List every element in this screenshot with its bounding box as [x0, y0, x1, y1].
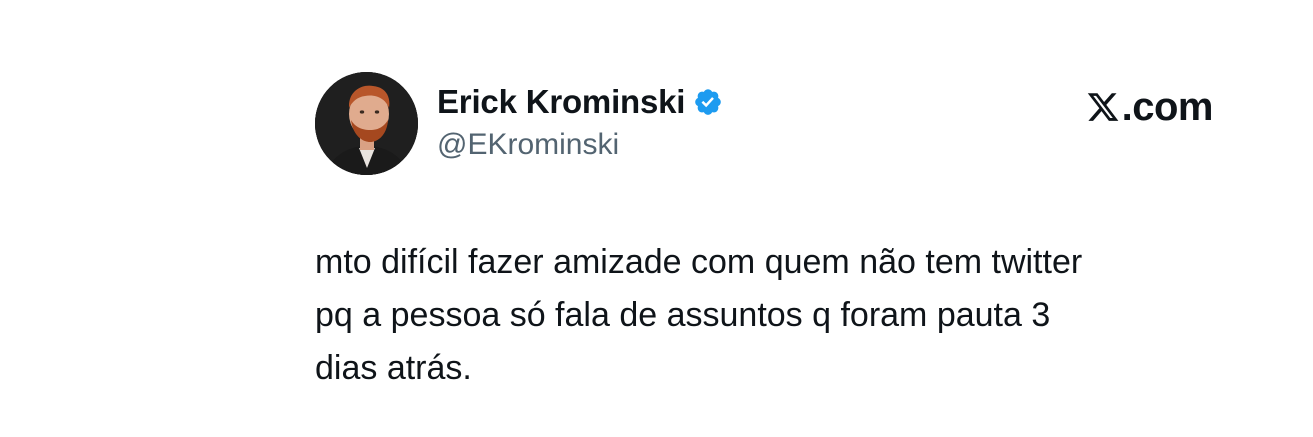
- verified-badge-icon: [693, 87, 723, 117]
- tweet-card: Erick Krominski @EKrominski .com mto dif…: [0, 0, 1313, 437]
- brand-logo: .com: [1086, 84, 1214, 130]
- brand-text: .com: [1121, 84, 1214, 129]
- author-avatar[interactable]: [315, 72, 418, 175]
- author-handle[interactable]: @EKrominski: [437, 128, 723, 162]
- name-row: Erick Krominski: [437, 80, 723, 124]
- x-logo-icon: [1086, 90, 1120, 124]
- tweet-text: mto difícil fazer amizade com quem não t…: [315, 243, 1083, 387]
- avatar-image: [315, 72, 418, 175]
- author-display-name[interactable]: Erick Krominski: [437, 83, 685, 121]
- author-block: Erick Krominski @EKrominski: [437, 80, 723, 162]
